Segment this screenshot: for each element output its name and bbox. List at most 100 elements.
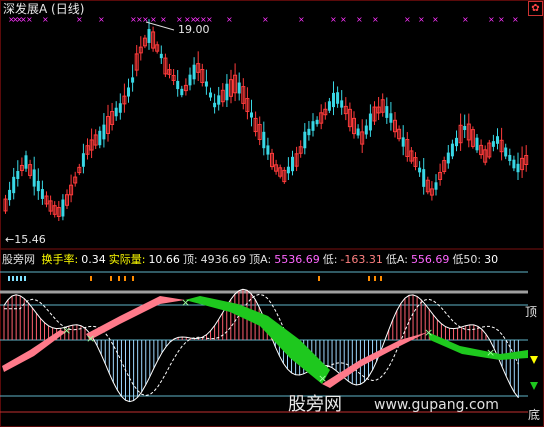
marker-x: × — [330, 15, 337, 24]
candle-body-down — [389, 113, 393, 123]
marker-x: × — [462, 15, 469, 24]
trend-band-pink — [86, 296, 185, 340]
signal-tick — [118, 276, 120, 281]
indicator-values-bar: 股旁网 换手率: 0.34 实际量: 10.66 顶: 4936.69 顶A: 5536.69… — [2, 253, 501, 267]
bottom-label: 底 — [528, 408, 541, 422]
indicator-label: 实际量: — [108, 253, 146, 266]
candle-body-down — [516, 163, 520, 173]
candle-body-down — [434, 182, 438, 190]
indicator-label: 低: — [322, 253, 338, 266]
candle-body-down — [385, 106, 389, 118]
candle-body-down — [102, 124, 106, 140]
marker-x: × — [98, 15, 105, 24]
candle-body-down — [16, 171, 20, 179]
candle-body-down — [401, 137, 405, 147]
indicator-value: 5536.69 — [274, 253, 320, 266]
marker-x: × — [76, 15, 83, 24]
candle-body-down — [118, 103, 122, 113]
candle-body-down — [446, 152, 450, 164]
candle-body-down — [450, 143, 454, 157]
candle-body-down — [24, 155, 28, 169]
indicator-value: 30 — [484, 253, 499, 266]
marker-x: × — [160, 15, 167, 24]
candle-body-down — [311, 121, 315, 131]
signal-tick — [124, 276, 126, 281]
candle-body-down — [262, 131, 266, 149]
marker-x: × — [356, 15, 363, 24]
candle-body-down — [32, 169, 36, 187]
triangle-down-green — [530, 382, 538, 390]
candle-body-down — [192, 64, 196, 80]
candle-body-down — [209, 92, 212, 98]
indicator-value: 556.69 — [410, 253, 450, 266]
chart-window: × × × × × × × × × × × × × × × × × × × × × × × × × × × × × × × × × × × × × × × … — [0, 0, 544, 427]
candle-body-down — [504, 147, 508, 157]
candle-body-down — [455, 137, 458, 147]
candle-body-down — [180, 88, 184, 96]
marker-x: × — [26, 15, 33, 24]
marker-x: × — [226, 15, 233, 24]
indicator-label: 低A: — [385, 253, 408, 266]
candle-body-down — [12, 176, 16, 194]
signal-tick — [8, 276, 10, 281]
triangle-down-yellow — [530, 356, 538, 364]
candle-body-down — [356, 128, 360, 136]
signal-tick — [368, 276, 370, 281]
candle-body-down — [340, 100, 344, 108]
candle-body-down — [315, 119, 319, 125]
chart-frame — [0, 0, 544, 427]
marker-x: × — [42, 15, 49, 24]
candle-body-down — [512, 159, 516, 169]
candle-body-down — [237, 82, 241, 94]
indicator-value: 10.66 — [148, 253, 180, 266]
marker-x: × — [488, 15, 495, 24]
cross-marker: × — [62, 324, 71, 337]
candle-body-down — [131, 77, 135, 83]
signal-tick — [110, 276, 112, 281]
marker-x: × — [498, 15, 505, 24]
signal-tick — [318, 276, 320, 281]
signal-tick — [20, 276, 22, 281]
marker-x: × — [340, 15, 347, 24]
candle-body-down — [127, 87, 130, 97]
candle-body-down — [61, 199, 65, 217]
cross-marker: × — [181, 296, 190, 309]
candle-body-down — [159, 53, 163, 59]
marker-x: × — [432, 15, 439, 24]
indicator-value: -163.31 — [340, 253, 383, 266]
kline-chart-canvas[interactable]: ×××× × × × × × × × × × × × ×× × × × × × × × × × × × × × × × ××××××× — [0, 0, 544, 427]
watermark-cn: 股旁网 — [288, 394, 342, 415]
cross-marker: × — [318, 372, 327, 385]
candle-body-down — [114, 107, 118, 117]
candle-body-down — [98, 130, 102, 146]
candle-body-down — [364, 125, 368, 135]
signal-line-dashed — [4, 293, 519, 397]
signal-tick — [12, 276, 14, 281]
candle-body-down — [418, 167, 422, 173]
oscillator-line — [3, 288, 519, 403]
signal-tick — [16, 276, 18, 281]
candle-body-down — [422, 169, 426, 187]
candle-body-down — [36, 180, 40, 192]
signal-tick — [132, 276, 134, 281]
marker-x: × — [512, 15, 519, 24]
candle-body-down — [496, 136, 499, 144]
candle-body-down — [225, 83, 229, 101]
top-label: 顶 — [525, 305, 538, 319]
cross-marker: × — [486, 346, 495, 359]
candle-body-down — [327, 101, 331, 111]
candle-body-down — [491, 141, 495, 147]
indicator-label: 顶: — [182, 253, 198, 266]
cross-marker: × — [86, 332, 95, 345]
signal-tick — [24, 276, 26, 281]
candle-body-down — [463, 125, 467, 131]
candle-body-down — [204, 81, 208, 87]
candle-body-down — [147, 29, 151, 43]
watermark-url: www.gupang.com — [374, 397, 499, 413]
gear-icon[interactable]: ✿ — [528, 1, 543, 16]
indicator-value: 4936.69 — [200, 253, 247, 266]
marker-x: × — [418, 15, 425, 24]
candle-body-down — [332, 92, 335, 108]
candle-body-down — [508, 154, 512, 162]
candle-body-down — [40, 189, 44, 199]
